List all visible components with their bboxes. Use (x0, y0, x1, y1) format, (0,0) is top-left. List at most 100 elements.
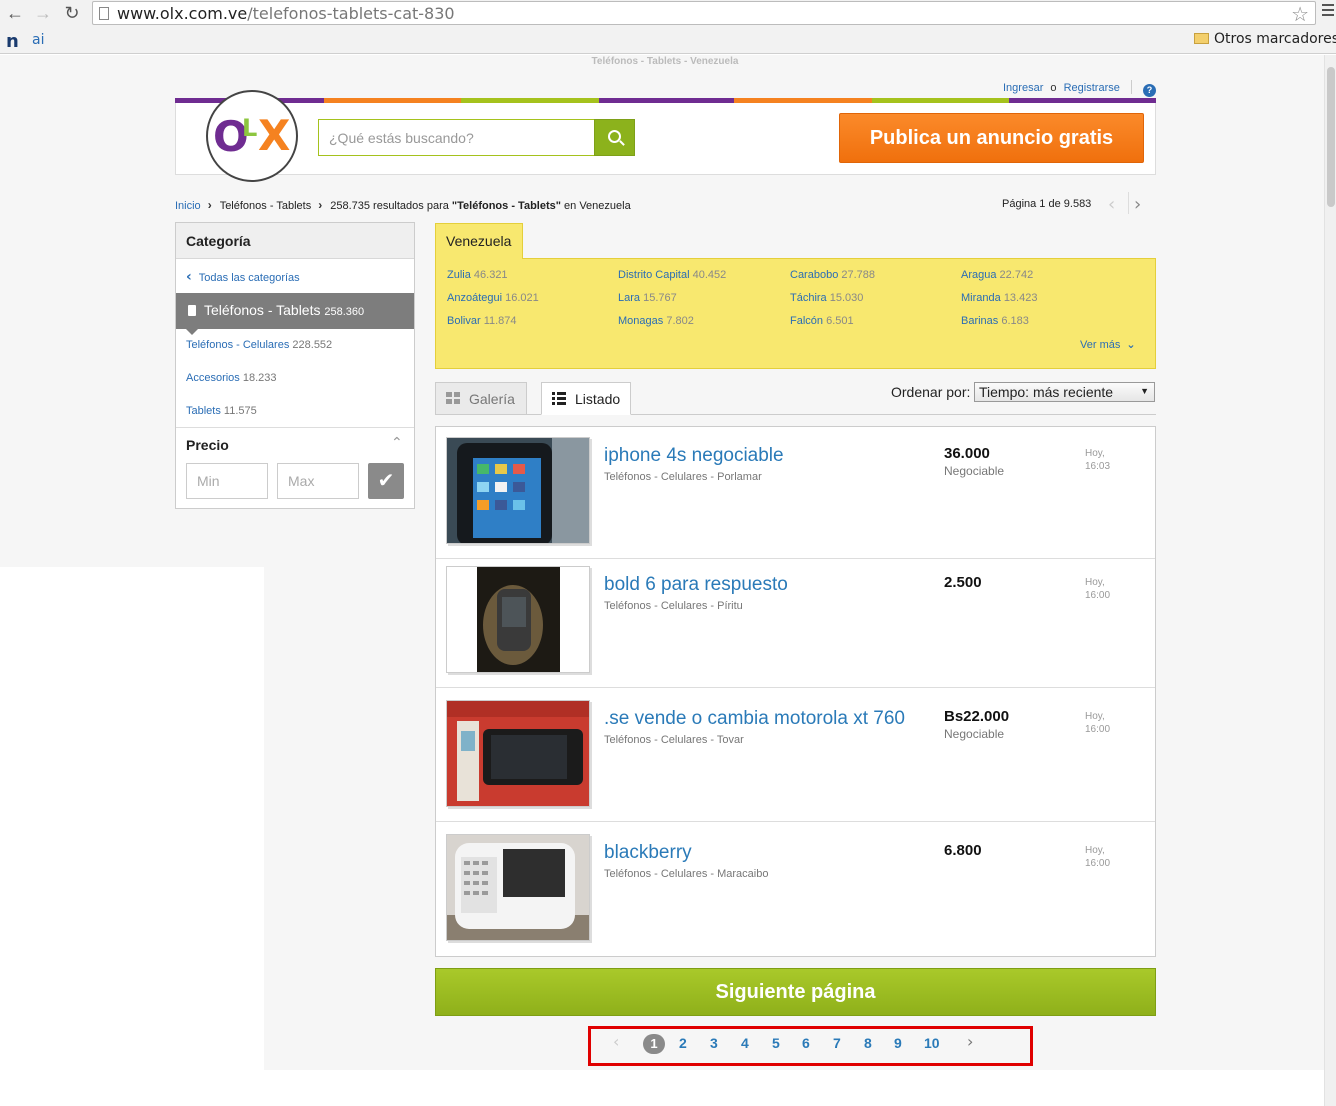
olx-logo[interactable]: O L X (206, 90, 298, 182)
bookmark-n-icon[interactable]: n (6, 31, 19, 52)
listing-title[interactable]: iphone 4s negociable (604, 445, 784, 467)
listing-date: Hoy, 16:03 (1085, 448, 1111, 472)
browser-chrome: ← → ↻ www.olx.com.ve/telefonos-tablets-c… (0, 0, 1336, 54)
location-item[interactable]: Carabobo 27.788 (790, 269, 875, 281)
help-icon[interactable]: ? (1142, 84, 1156, 97)
scrollbar[interactable] (1324, 55, 1336, 1106)
listing-title[interactable]: bold 6 para respuesto (604, 574, 788, 596)
chevron-left-icon: ‹ (186, 269, 192, 285)
results-query: "Teléfonos - Tablets" (451, 200, 561, 212)
listing-thumbnail[interactable] (446, 700, 590, 807)
page-link[interactable]: 2 (679, 1035, 687, 1051)
page-link[interactable]: 4 (741, 1035, 749, 1051)
location-item[interactable]: Táchira 15.030 (790, 292, 863, 304)
next-page-icon[interactable]: › (967, 1032, 973, 1051)
location-item[interactable]: Distrito Capital 40.452 (618, 269, 726, 281)
listing-category-location: Teléfonos - Celulares - Tovar (604, 734, 744, 746)
page-link[interactable]: 5 (772, 1035, 780, 1051)
listing-price: 36.000 (944, 445, 990, 462)
location-item[interactable]: Monagas 7.802 (618, 315, 694, 327)
login-link[interactable]: Ingresar (1003, 82, 1043, 94)
category-item-accesorios[interactable]: Accesorios 18.233 (186, 372, 277, 384)
location-item[interactable]: Barinas 6.183 (961, 315, 1029, 327)
list-icon (552, 392, 566, 405)
see-more-link[interactable]: Ver más ⌄ (1080, 338, 1136, 351)
listing-row[interactable]: iphone 4s negociable Teléfonos - Celular… (436, 427, 1155, 559)
order-select[interactable]: Tiempo: más reciente ▼ (974, 382, 1155, 402)
scrollbar-thumb[interactable] (1327, 67, 1335, 207)
listing-price: 2.500 (944, 574, 982, 591)
location-item[interactable]: Falcón 6.501 (790, 315, 854, 327)
category-item-tablets[interactable]: Tablets 11.575 (186, 405, 257, 417)
page-link[interactable]: 3 (710, 1035, 718, 1051)
location-item[interactable]: Miranda 13.423 (961, 292, 1037, 304)
active-category[interactable]: Teléfonos - Tablets 258.360 (176, 293, 414, 335)
prev-page-icon[interactable]: ‹ (1108, 194, 1115, 215)
chevron-up-icon[interactable]: ⌃ (391, 435, 403, 451)
prev-page-icon[interactable]: ‹ (613, 1032, 619, 1051)
location-tab[interactable]: Venezuela (435, 223, 523, 259)
browser-menu-icon[interactable] (1322, 4, 1334, 18)
category-heading: Categoría (176, 223, 414, 259)
location-item[interactable]: Aragua 22.742 (961, 269, 1033, 281)
location-item[interactable]: Anzoátegui 16.021 (447, 292, 539, 304)
other-bookmarks[interactable]: Otros marcadores (1194, 31, 1336, 47)
address-bar[interactable]: www.olx.com.ve/telefonos-tablets-cat-830… (92, 1, 1316, 27)
page-link[interactable]: 9 (894, 1035, 902, 1051)
reload-icon[interactable]: ↻ (61, 3, 83, 23)
forward-arrow-icon[interactable]: → (32, 3, 54, 23)
breadcrumb-category[interactable]: Teléfonos - Tablets (220, 200, 312, 212)
account-links: Ingresar o Registrarse ? (1003, 80, 1156, 97)
publish-ad-button[interactable]: Publica un anuncio gratis (839, 113, 1144, 163)
category-item-celulares[interactable]: Teléfonos - Celulares 228.552 (186, 339, 332, 351)
phone-icon (188, 305, 196, 316)
listing-price: 6.800 (944, 842, 982, 859)
page-link[interactable]: 10 (924, 1035, 940, 1051)
listing-thumbnail[interactable] (446, 566, 590, 673)
breadcrumb-home[interactable]: Inicio (175, 200, 201, 212)
listing-category-location: Teléfonos - Celulares - Maracaibo (604, 868, 769, 880)
price-max-input[interactable]: Max (277, 463, 359, 499)
order-label: Ordenar por: (891, 384, 971, 400)
page-link[interactable]: 6 (802, 1035, 810, 1051)
listing-title[interactable]: blackberry (604, 842, 692, 864)
page-link[interactable]: 7 (833, 1035, 841, 1051)
url-text[interactable]: www.olx.com.ve/telefonos-tablets-cat-830 (117, 4, 455, 23)
listing-row[interactable]: blackberry Teléfonos - Celulares - Marac… (436, 824, 1155, 956)
search-input[interactable]: ¿Qué estás buscando? (318, 119, 595, 156)
listing-title[interactable]: .se vende o cambia motorola xt 760 (604, 708, 905, 730)
page-small-title: Teléfonos - Tablets - Venezuela (591, 56, 739, 67)
listing-row[interactable]: .se vende o cambia motorola xt 760 Teléf… (436, 690, 1155, 822)
chevron-right-icon: › (318, 198, 323, 212)
grid-icon (446, 392, 460, 405)
search-button[interactable] (594, 119, 635, 156)
tab-list[interactable]: Listado (541, 382, 631, 415)
location-item[interactable]: Bolivar 11.874 (447, 315, 517, 327)
price-apply-button[interactable]: ✔ (368, 463, 404, 499)
listing-category-location: Teléfonos - Celulares - Píritu (604, 600, 743, 612)
tab-gallery[interactable]: Galería (435, 382, 527, 415)
chevron-down-icon: ⌄ (1126, 338, 1136, 351)
divider (1130, 80, 1132, 94)
page-link[interactable]: 8 (864, 1035, 872, 1051)
listing-negotiable: Negociable (944, 464, 1005, 478)
bookmark-star-icon[interactable]: ☆ (1291, 2, 1309, 27)
register-link[interactable]: Registrarse (1064, 82, 1120, 94)
listing-thumbnail[interactable] (446, 834, 590, 941)
back-arrow-icon[interactable]: ← (4, 3, 26, 23)
all-categories-link[interactable]: ‹ Todas las categorías (186, 269, 300, 285)
price-min-input[interactable]: Min (186, 463, 268, 499)
dropdown-arrow-icon: ▼ (1140, 386, 1149, 396)
bookmark-ai-icon[interactable]: ai (32, 32, 44, 48)
category-sidebar: Categoría ‹ Todas las categorías Teléfono… (175, 222, 415, 509)
pagination: ‹ 1 2 3 4 5 6 7 8 9 10 › (588, 1026, 1033, 1066)
next-page-icon[interactable]: › (1134, 194, 1141, 215)
location-item[interactable]: Lara 15.767 (618, 292, 677, 304)
listing-category-location: Teléfonos - Celulares - Porlamar (604, 471, 762, 483)
price-heading: Precio (186, 437, 229, 453)
listing-row[interactable]: bold 6 para respuesto Teléfonos - Celula… (436, 556, 1155, 688)
next-page-button[interactable]: Siguiente página (435, 968, 1156, 1016)
listing-date: Hoy, 16:00 (1085, 711, 1111, 735)
location-item[interactable]: Zulia 46.321 (447, 269, 508, 281)
listing-thumbnail[interactable] (446, 437, 590, 544)
